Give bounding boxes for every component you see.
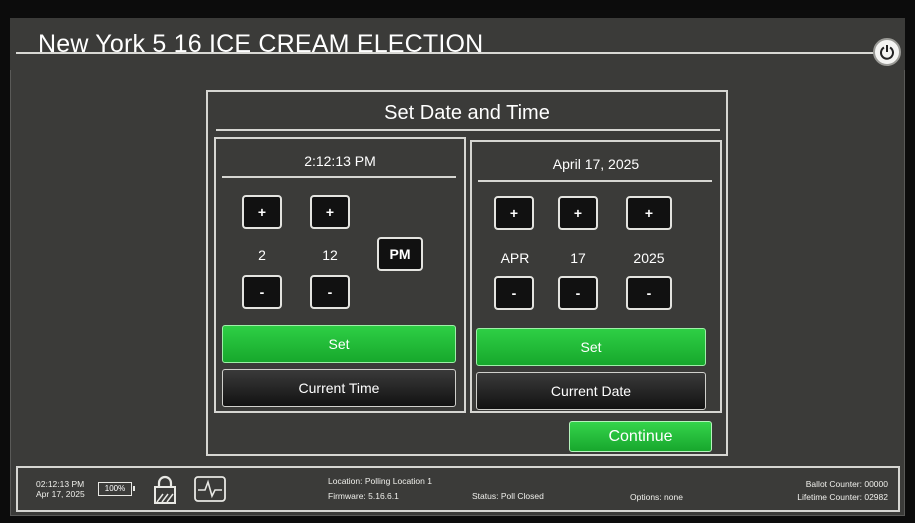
minute-decrement-button[interactable]: - (310, 275, 350, 309)
polling-location: Location: Polling Location 1 (328, 476, 432, 486)
date-panel: April 17, 2025 + + + APR 17 2025 - - - S… (470, 140, 722, 413)
hour-increment-button[interactable]: + (242, 195, 282, 229)
minute-increment-button[interactable]: + (310, 195, 350, 229)
current-date-button[interactable]: Current Date (476, 372, 706, 410)
time-panel: 2:12:13 PM + + 2 12 PM - - Set Current T… (214, 137, 466, 413)
status-date: Apr 17, 2025 (36, 489, 85, 499)
month-value: APR (500, 250, 530, 266)
time-panel-divider (222, 176, 456, 178)
set-date-button[interactable]: Set (476, 328, 706, 366)
date-panel-divider (478, 180, 712, 182)
firmware-version: Firmware: 5.16.6.1 (328, 491, 399, 501)
year-increment-button[interactable]: + (626, 196, 672, 230)
current-time-display: 2:12:13 PM (304, 153, 376, 169)
minute-value: 12 (322, 247, 338, 263)
current-time-button[interactable]: Current Time (222, 369, 456, 407)
month-decrement-button[interactable]: - (494, 276, 534, 310)
current-date-display: April 17, 2025 (552, 156, 640, 172)
day-increment-button[interactable]: + (558, 196, 598, 230)
title-divider (16, 52, 900, 54)
power-icon (880, 45, 894, 60)
hour-value: 2 (258, 247, 266, 263)
year-decrement-button[interactable]: - (626, 276, 672, 310)
set-time-button[interactable]: Set (222, 325, 456, 363)
poll-status: Status: Poll Closed (472, 491, 544, 501)
continue-button[interactable]: Continue (569, 421, 712, 452)
hour-decrement-button[interactable]: - (242, 275, 282, 309)
month-increment-button[interactable]: + (494, 196, 534, 230)
power-button[interactable] (873, 38, 901, 66)
dialog-title: Set Date and Time (384, 102, 550, 124)
status-bar: 02:12:13 PM Apr 17, 2025 100% Location: … (16, 466, 900, 512)
ballot-counter: Ballot Counter: 00000 (805, 479, 888, 489)
day-decrement-button[interactable]: - (558, 276, 598, 310)
year-value: 2025 (633, 250, 665, 266)
election-title: New York 5 16 ICE CREAM ELECTION (38, 30, 484, 58)
lock-icon (154, 475, 176, 504)
battery-indicator: 100% (98, 482, 135, 496)
pulse-icon (194, 476, 226, 502)
dialog-title-divider (216, 129, 720, 131)
status-time: 02:12:13 PM (36, 479, 85, 489)
lifetime-counter: Lifetime Counter: 02982 (797, 492, 888, 502)
day-value: 17 (570, 250, 586, 266)
title-bar: New York 5 16 ICE CREAM ELECTION (10, 18, 905, 70)
set-date-time-dialog: Set Date and Time 2:12:13 PM + + 2 12 PM… (206, 90, 728, 456)
am-pm-toggle-button[interactable]: PM (377, 237, 423, 271)
options-status: Options: none (630, 492, 683, 502)
